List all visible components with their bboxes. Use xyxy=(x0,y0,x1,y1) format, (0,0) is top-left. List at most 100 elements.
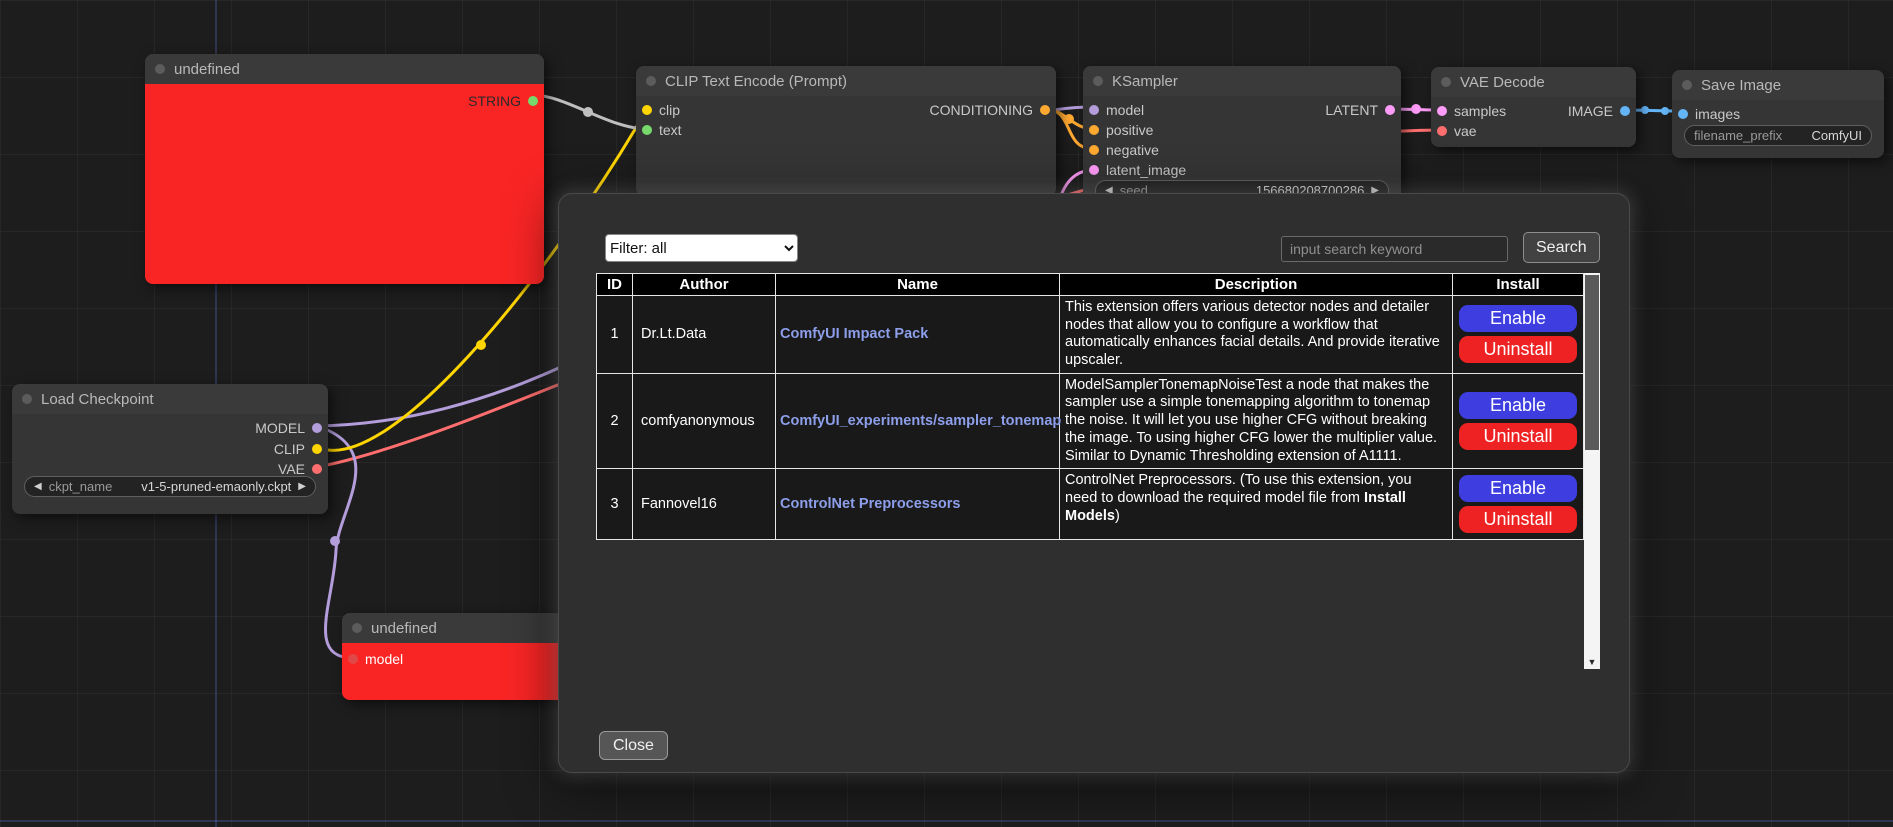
conditioning-output-dot[interactable] xyxy=(1040,105,1050,115)
latent-image-input-dot[interactable] xyxy=(1089,165,1099,175)
description-text: ModelSamplerTonemapNoiseTest a node that… xyxy=(1065,377,1437,464)
output-label: IMAGE xyxy=(1568,103,1613,119)
enable-button[interactable]: Enable xyxy=(1459,305,1577,332)
description-text: ) xyxy=(1115,508,1120,524)
node-load-checkpoint[interactable]: Load Checkpoint MODEL CLIP VAE ◀ ckpt_na… xyxy=(12,384,328,514)
extensions-table: ID Author Name Description Install 1Dr.L… xyxy=(596,273,1600,669)
node-collapse-dot[interactable] xyxy=(646,76,656,86)
output-label: MODEL xyxy=(255,420,305,436)
vae-input-dot[interactable] xyxy=(1437,126,1447,136)
widget-label: filename_prefix xyxy=(1694,128,1782,143)
input-label: images xyxy=(1695,106,1740,122)
cell-description: This extension offers various detector n… xyxy=(1060,296,1453,374)
node-titlebar: Load Checkpoint xyxy=(12,384,328,414)
wire-dot xyxy=(1661,107,1669,115)
slot-row: latent_image xyxy=(1083,159,1401,180)
cell-description: ModelSamplerTonemapNoiseTest a node that… xyxy=(1060,373,1453,468)
header-install: Install xyxy=(1453,274,1584,296)
header-description: Description xyxy=(1060,274,1453,296)
node-titlebar: undefined xyxy=(145,54,544,84)
input-label: negative xyxy=(1106,142,1159,158)
node-title: undefined xyxy=(174,61,240,78)
node-collapse-dot[interactable] xyxy=(1093,76,1103,86)
extension-link[interactable]: ComfyUI Impact Pack xyxy=(780,326,928,342)
node-collapse-dot[interactable] xyxy=(352,623,362,633)
cell-id: 1 xyxy=(597,296,633,374)
node-title: VAE Decode xyxy=(1460,74,1545,91)
model-output-dot[interactable] xyxy=(312,423,322,433)
images-input-dot[interactable] xyxy=(1678,109,1688,119)
node-missing-top[interactable]: undefined STRING xyxy=(145,54,544,284)
wire-string xyxy=(533,95,647,129)
cell-install: Enable Uninstall xyxy=(1453,373,1584,468)
clip-input-dot[interactable] xyxy=(642,105,652,115)
cell-install: Enable Uninstall xyxy=(1453,469,1584,540)
node-collapse-dot[interactable] xyxy=(22,394,32,404)
widget-label: ckpt_name xyxy=(49,479,113,494)
slot-row: text xyxy=(636,119,1056,140)
node-collapse-dot[interactable] xyxy=(1682,80,1692,90)
cell-author: Dr.Lt.Data xyxy=(633,296,776,374)
negative-input-dot[interactable] xyxy=(1089,145,1099,155)
ckpt-name-widget[interactable]: ◀ ckpt_name v1-5-pruned-emaonly.ckpt ▶ xyxy=(24,476,316,497)
extension-link[interactable]: ComfyUI_experiments/sampler_tonemap xyxy=(780,413,1061,429)
uninstall-button[interactable]: Uninstall xyxy=(1459,423,1577,450)
description-text: ControlNet Preprocessors. (To use this e… xyxy=(1065,472,1412,506)
node-save-image[interactable]: Save Image images filename_prefix ComfyU… xyxy=(1672,70,1884,158)
latent-output-dot[interactable] xyxy=(1385,105,1395,115)
cell-author: Fannovel16 xyxy=(633,469,776,540)
table-scrollbar[interactable]: ▼ xyxy=(1584,273,1600,669)
node-titlebar: KSampler xyxy=(1083,66,1401,96)
scrollbar-thumb[interactable] xyxy=(1585,275,1599,450)
node-collapse-dot[interactable] xyxy=(155,64,165,74)
node-ksampler[interactable]: KSampler model LATENT positive negative … xyxy=(1083,66,1401,206)
output-label: STRING xyxy=(468,93,521,109)
cell-id: 3 xyxy=(597,469,633,540)
input-label: samples xyxy=(1454,103,1506,119)
cell-name: ControlNet Preprocessors xyxy=(776,469,1060,540)
search-input[interactable] xyxy=(1281,236,1508,262)
node-titlebar: CLIP Text Encode (Prompt) xyxy=(636,66,1056,96)
clip-output-dot[interactable] xyxy=(312,444,322,454)
close-button[interactable]: Close xyxy=(599,731,668,760)
node-titlebar: VAE Decode xyxy=(1431,67,1636,97)
text-input-dot[interactable] xyxy=(642,125,652,135)
node-missing-bottom[interactable]: undefined model xyxy=(342,613,568,700)
extension-link[interactable]: ControlNet Preprocessors xyxy=(780,496,961,512)
positive-input-dot[interactable] xyxy=(1089,125,1099,135)
cell-description: ControlNet Preprocessors. (To use this e… xyxy=(1060,469,1453,540)
node-vae-decode[interactable]: VAE Decode samples IMAGE vae xyxy=(1431,67,1636,147)
cell-install: Enable Uninstall xyxy=(1453,296,1584,374)
enable-button[interactable]: Enable xyxy=(1459,392,1577,419)
output-label: VAE xyxy=(278,461,305,477)
node-collapse-dot[interactable] xyxy=(1441,77,1451,87)
widget-value: ComfyUI xyxy=(1811,128,1862,143)
model-input-dot[interactable] xyxy=(348,654,358,664)
vae-output-dot[interactable] xyxy=(312,464,322,474)
cell-id: 2 xyxy=(597,373,633,468)
wire-dot xyxy=(583,107,593,117)
next-arrow-icon[interactable]: ▶ xyxy=(298,481,306,492)
node-title: CLIP Text Encode (Prompt) xyxy=(665,73,847,90)
filter-select[interactable]: Filter: all xyxy=(605,234,798,262)
node-clip-text-encode[interactable]: CLIP Text Encode (Prompt) clip CONDITION… xyxy=(636,66,1056,196)
node-title: Save Image xyxy=(1701,77,1781,94)
image-output-dot[interactable] xyxy=(1620,106,1630,116)
custom-nodes-manager-dialog: Filter: all Search ID Author Name Descri… xyxy=(558,193,1630,773)
node-title: undefined xyxy=(371,620,437,637)
uninstall-button[interactable]: Uninstall xyxy=(1459,506,1577,533)
previous-arrow-icon[interactable]: ◀ xyxy=(34,481,42,492)
samples-input-dot[interactable] xyxy=(1437,106,1447,116)
scroll-down-arrow-icon[interactable]: ▼ xyxy=(1584,654,1600,669)
enable-button[interactable]: Enable xyxy=(1459,475,1577,502)
extension-row: 3Fannovel16ControlNet Preprocessors Contr… xyxy=(597,469,1584,540)
slot-row: clip CONDITIONING xyxy=(636,99,1056,120)
search-button[interactable]: Search xyxy=(1523,232,1600,263)
wire-dot xyxy=(476,340,486,350)
model-input-dot[interactable] xyxy=(1089,105,1099,115)
filename-prefix-widget[interactable]: filename_prefix ComfyUI xyxy=(1684,125,1872,146)
input-label: latent_image xyxy=(1106,162,1186,178)
uninstall-button[interactable]: Uninstall xyxy=(1459,336,1577,363)
slot-row: positive xyxy=(1083,119,1401,140)
string-output-dot[interactable] xyxy=(528,96,538,106)
